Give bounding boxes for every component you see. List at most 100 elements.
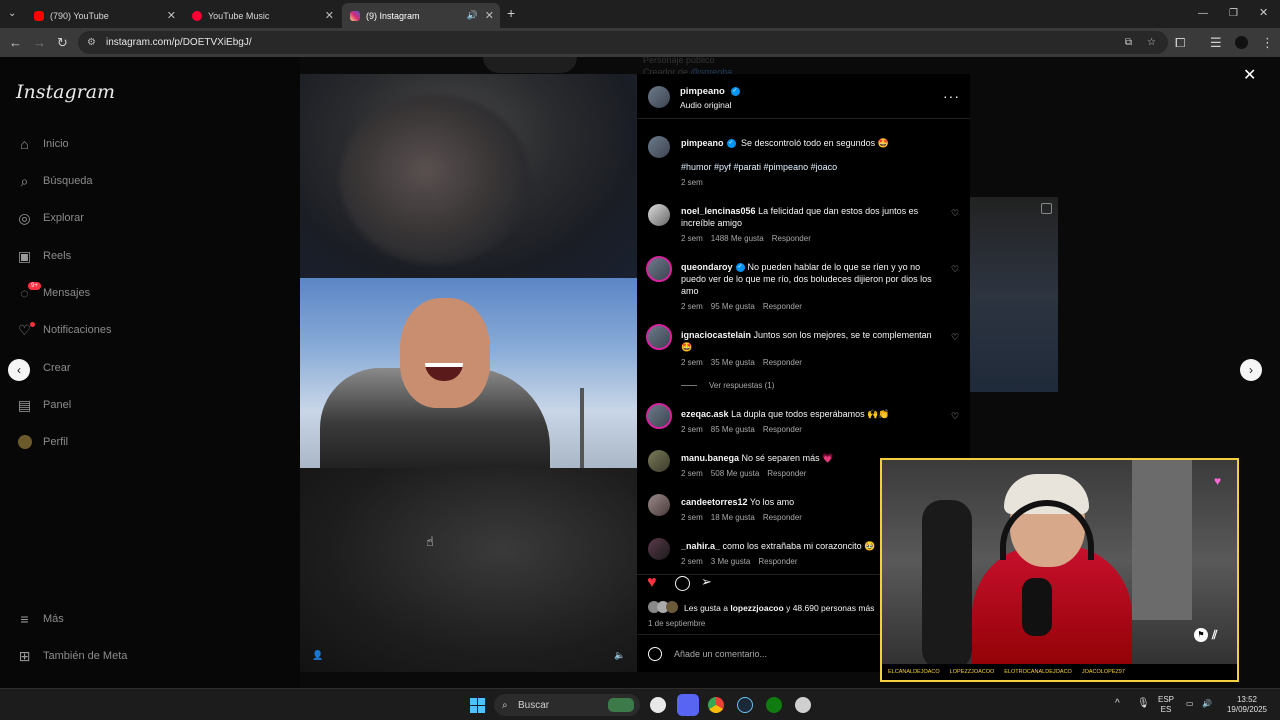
comment-username[interactable]: candeetorres12 [681,497,748,507]
windows-start-icon[interactable] [470,698,485,713]
author-avatar[interactable] [648,136,670,158]
comment-likes[interactable]: 1488 Me gusta [711,234,764,243]
comment-avatar[interactable] [648,204,670,226]
taskbar-search[interactable]: ⌕ Buscar [494,694,640,716]
reply-link[interactable]: Responder [758,557,797,566]
like-comment-icon[interactable]: ♡ [951,411,959,422]
taskbar-app-steam[interactable] [737,697,753,713]
extensions-icon[interactable]: ⧠ [1175,28,1185,57]
comment-likes[interactable]: 508 Me gusta [711,469,759,478]
comment-avatar[interactable] [646,256,672,282]
reply-link[interactable]: Responder [767,469,806,478]
sidebar-item-notificaciones[interactable]: ♡ Notificaciones [16,319,111,341]
tray-chevron-icon[interactable]: ^ [1115,699,1120,709]
close-modal-icon[interactable]: ✕ [1243,65,1256,85]
network-icon[interactable]: ▭ [1186,699,1194,709]
sidebar-item-panel[interactable]: ▤ Panel [16,394,71,416]
forward-icon[interactable]: → [33,28,46,57]
sidebar-item-mas[interactable]: ≡ Más [16,608,63,630]
profile-avatar-icon[interactable] [1235,36,1248,49]
post-hashtags[interactable]: #humor #pyf #parati #pimpeano #joaco [681,161,941,173]
site-info-icon[interactable]: ⚙ [87,37,96,48]
comment-avatar[interactable] [646,324,672,350]
like-comment-icon[interactable]: ♡ [951,208,959,219]
close-tab-icon[interactable]: ✕ [325,9,334,22]
reply-link[interactable]: Responder [763,302,802,311]
comment-avatar[interactable] [648,538,670,560]
emoji-picker-icon[interactable] [648,647,662,661]
liked-by-text[interactable]: Les gusta a lopezzjoacoo y 48.690 person… [684,603,874,613]
sidebar-item-reels[interactable]: ▣ Reels [16,245,71,267]
comment-username[interactable]: ignaciocastelain [681,330,751,340]
comment-input[interactable]: Añade un comentario... [674,649,767,659]
microphone-icon[interactable]: 🎙 [1137,699,1150,709]
restore-icon[interactable]: ❐ [1229,0,1238,28]
instagram-logo[interactable]: Instagram [16,81,115,103]
tagged-user-icon[interactable]: 👤 [312,650,323,661]
likes-username[interactable]: lopezzjoacoo [730,603,783,613]
like-comment-icon[interactable]: ♡ [951,264,959,275]
taskbar-app-chrome[interactable] [708,697,724,713]
likes-count[interactable]: y 48.690 personas más [786,603,874,613]
taskbar-app-xbox[interactable] [766,697,782,713]
comment-likes[interactable]: 85 Me gusta [711,425,755,434]
comment-username[interactable]: manu.banega [681,453,739,463]
new-tab-icon[interactable]: + [507,0,515,28]
comment-username[interactable]: _nahir.a_ [681,541,720,551]
clock[interactable]: 13:52 19/09/2025 [1224,695,1270,715]
tab-search-icon[interactable]: ⌄ [8,0,16,28]
tab-youtube[interactable]: (790) YouTube ✕ [26,3,182,28]
minimize-icon[interactable]: — [1198,0,1208,28]
mute-toggle-icon[interactable]: 🔈 [614,650,625,661]
volume-icon[interactable]: 🔊 [1202,699,1212,709]
tab-instagram[interactable]: (9) Instagram 🔊 ✕ [342,3,500,28]
comment-likes[interactable]: 35 Me gusta [711,358,755,367]
comment-username[interactable]: queondaroy [681,262,733,272]
comment-post-icon[interactable] [675,576,690,591]
previous-post-button[interactable]: ‹ [8,359,30,381]
reply-link[interactable]: Responder [763,358,802,367]
back-icon[interactable]: ← [9,28,22,57]
taskbar-app-game[interactable] [795,697,811,713]
taskbar-app-github[interactable] [650,697,666,713]
reload-icon[interactable]: ↻ [57,28,68,57]
install-app-icon[interactable]: ⧉ [1125,37,1132,48]
menu-icon[interactable]: ⋮ [1261,28,1274,57]
comment-likes[interactable]: 3 Me gusta [711,557,751,566]
reply-link[interactable]: Responder [763,513,802,522]
like-comment-icon[interactable]: ♡ [951,332,959,343]
sidebar-item-busqueda[interactable]: ⌕ Búsqueda [16,170,93,192]
sidebar-item-mensajes[interactable]: ◌ 9+ Mensajes [16,281,90,304]
close-tab-icon[interactable]: ✕ [167,9,176,22]
language-indicator[interactable]: ESP ES [1158,695,1174,715]
view-replies-link[interactable]: Ver respuestas (1) [681,381,782,390]
next-post-button[interactable]: › [1240,359,1262,381]
audio-playing-icon[interactable]: 🔊 [467,10,478,21]
close-tab-icon[interactable]: ✕ [485,9,494,22]
address-bar[interactable]: ⚙ instagram.com/p/DOETVXiEbgJ/ ⧉ ☆ [78,31,1168,54]
reply-link[interactable]: Responder [763,425,802,434]
comment-username[interactable]: ezeqac.ask [681,409,729,419]
more-options-icon[interactable]: ··· [943,88,960,104]
author-avatar[interactable] [648,86,670,108]
comment-avatar[interactable] [648,450,670,472]
bookmark-star-icon[interactable]: ☆ [1147,37,1156,48]
like-post-icon[interactable]: ♥ [647,574,657,592]
sidebar-item-inicio[interactable]: ⌂ Inicio [16,133,68,155]
comment-likes[interactable]: 18 Me gusta [711,513,755,522]
comment-avatar[interactable] [646,403,672,429]
sidebar-item-perfil[interactable]: Perfil [16,431,68,453]
comment-likes[interactable]: 95 Me gusta [711,302,755,311]
reply-link[interactable]: Responder [772,234,811,243]
audio-label[interactable]: Audio original [680,100,732,110]
comment-username[interactable]: noel_lencinas056 [681,206,756,216]
author-username[interactable]: pimpeano [680,86,725,97]
reel-video[interactable]: ☝ 👤 🔈 [300,74,637,672]
sidebar-item-explorar[interactable]: ◎ Explorar [16,207,84,229]
comment-avatar[interactable] [648,494,670,516]
tab-youtube-music[interactable]: YouTube Music ✕ [184,3,340,28]
share-post-icon[interactable]: ➢ [701,574,712,590]
window-close-icon[interactable]: ✕ [1259,0,1268,28]
taskbar-app-discord[interactable] [677,694,699,716]
media-control-icon[interactable]: ☰ [1210,28,1222,57]
